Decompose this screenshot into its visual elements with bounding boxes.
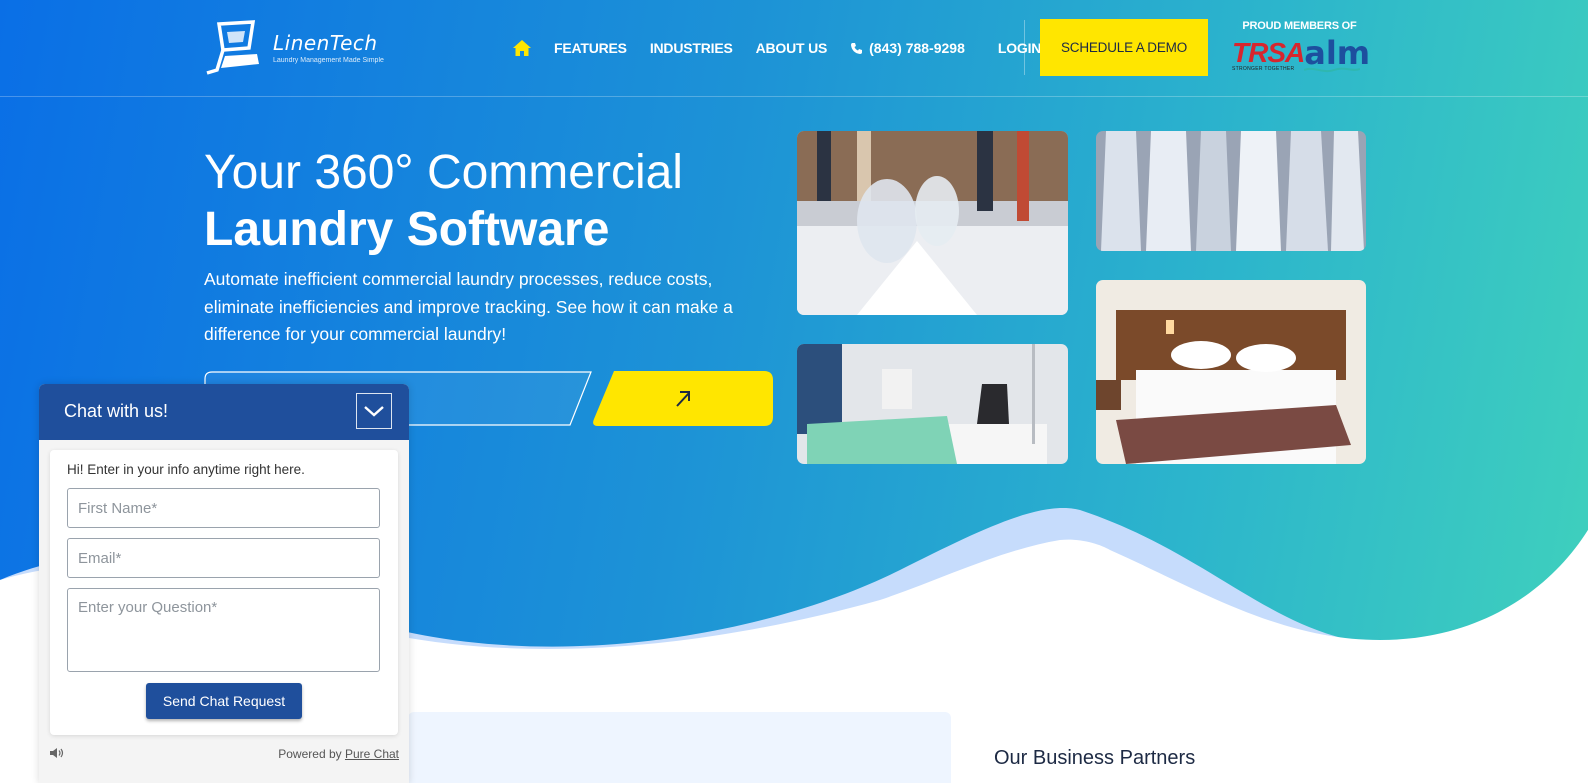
logo-name: LinenTech	[273, 30, 378, 55]
hero-description: Automate inefficient commercial laundry …	[204, 269, 733, 344]
photo-restaurant-table	[797, 131, 1068, 315]
photo-hospital-bed	[797, 344, 1068, 464]
hero-title-line2: Laundry Software	[204, 203, 610, 256]
members-title: PROUD MEMBERS OF	[1242, 20, 1357, 32]
chat-header[interactable]: Chat with us!	[39, 384, 409, 440]
photo-hotel-bed	[1096, 280, 1366, 464]
chat-footer: Powered by Pure Chat	[49, 746, 399, 764]
hero-submit-button[interactable]	[592, 371, 774, 426]
partners-title: Our Business Partners	[994, 747, 1196, 769]
schedule-demo-button[interactable]: SCHEDULE A DEMO	[1040, 19, 1208, 76]
hero-title-line1: Your 360° Commercial	[204, 146, 683, 199]
chevron-down-icon	[364, 406, 384, 417]
trsa-logo[interactable]: TRSA STRONGER TOGETHER	[1232, 39, 1305, 73]
phone-number: (843) 788-9298	[869, 40, 965, 56]
home-icon[interactable]	[512, 38, 532, 58]
powered-by: Powered by Pure Chat	[278, 747, 399, 761]
email-field[interactable]	[67, 538, 380, 578]
nav-industries[interactable]: INDUSTRIES	[650, 40, 733, 56]
laundry-cart-icon	[206, 20, 259, 75]
chat-title: Chat with us!	[64, 401, 169, 421]
phone-link[interactable]: (843) 788-9298	[850, 40, 965, 56]
nav-divider	[1024, 20, 1025, 75]
first-name-field[interactable]	[67, 488, 380, 528]
hero-title: Your 360° Commercial Laundry Software	[204, 144, 683, 258]
nav-about-us[interactable]: ABOUT US	[756, 40, 828, 56]
member-logos: PROUD MEMBERS OF TRSA STRONGER TOGETHER …	[1232, 20, 1370, 82]
chat-collapse-button[interactable]	[356, 393, 392, 429]
sound-icon[interactable]	[49, 746, 65, 760]
logo-tagline: Laundry Management Made Simple	[273, 56, 384, 64]
powered-prefix: Powered by	[278, 747, 342, 761]
phone-icon	[851, 42, 863, 54]
nav-features[interactable]: FEATURES	[554, 40, 627, 56]
content-card	[408, 712, 951, 783]
send-chat-request-button[interactable]: Send Chat Request	[146, 683, 302, 719]
pure-chat-link[interactable]: Pure Chat	[345, 747, 399, 761]
main-nav: FEATURES INDUSTRIES ABOUT US (843) 788-9…	[512, 37, 1064, 59]
photo-white-garments	[1096, 131, 1366, 251]
chat-widget: Chat with us! Hi! Enter in your info any…	[39, 384, 409, 783]
nav-login[interactable]: LOGIN	[998, 40, 1042, 56]
question-field[interactable]	[67, 588, 380, 672]
linentech-logo[interactable]: LinenTech Laundry Management Made Simple	[205, 18, 405, 76]
site-header: LinenTech Laundry Management Made Simple…	[0, 0, 1588, 97]
alm-logo[interactable]: alm	[1304, 37, 1370, 74]
chat-intro: Hi! Enter in your info anytime right her…	[67, 462, 305, 477]
chat-form: Hi! Enter in your info anytime right her…	[50, 450, 398, 735]
